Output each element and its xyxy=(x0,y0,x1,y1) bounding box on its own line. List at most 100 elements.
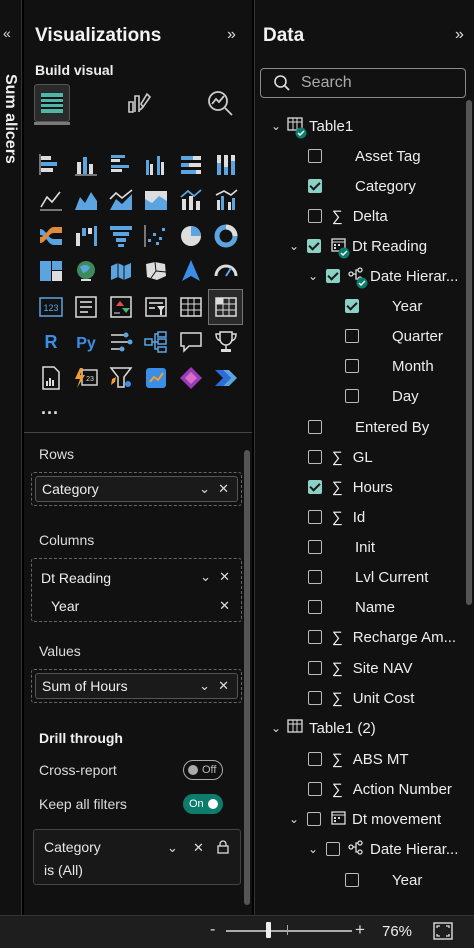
stacked-area-chart-icon[interactable] xyxy=(103,183,138,219)
chevron-double-left-icon[interactable]: « xyxy=(3,25,11,41)
search-input[interactable] xyxy=(301,73,451,93)
clustered-bar-chart-icon[interactable] xyxy=(103,147,138,183)
keep-filters-toggle[interactable]: On xyxy=(183,794,223,814)
key-influencers-icon[interactable] xyxy=(103,325,138,361)
field-row[interactable]: Quarter xyxy=(345,321,443,351)
hierarchy-row[interactable]: ⌄ Date Hierar... xyxy=(308,834,458,864)
cross-report-toggle[interactable]: Off xyxy=(183,760,223,780)
collapsed-pane-strip[interactable]: « Sum alicers xyxy=(0,0,22,915)
kpi-icon[interactable] xyxy=(103,289,138,325)
chevron-down-icon[interactable]: ⌄ xyxy=(289,812,303,826)
values-field-pill[interactable]: Sum of Hours ⌄ ✕ xyxy=(35,673,238,699)
gauge-icon[interactable] xyxy=(208,254,243,290)
ribbon-chart-icon[interactable] xyxy=(33,218,68,254)
search-box[interactable] xyxy=(260,68,466,98)
field-checkbox[interactable] xyxy=(308,540,322,554)
field-row[interactable]: ∑ Action Number xyxy=(308,774,452,804)
field-row[interactable]: ∑ Id xyxy=(308,502,365,532)
table-row[interactable]: ⌄ Table1 xyxy=(271,111,353,141)
field-checkbox[interactable] xyxy=(308,149,322,163)
rows-field-pill[interactable]: Category ⌄ ✕ xyxy=(35,476,238,502)
chevron-down-icon[interactable]: ⌄ xyxy=(308,842,322,856)
field-checkbox[interactable] xyxy=(308,752,322,766)
map-globe-icon[interactable] xyxy=(68,254,103,290)
viz-pane-scrollbar[interactable] xyxy=(244,450,250,905)
field-checkbox[interactable] xyxy=(345,389,359,403)
columns-well[interactable]: Dt Reading ⌄ ✕ Year ✕ xyxy=(31,558,242,622)
waterfall-chart-icon[interactable] xyxy=(68,218,103,254)
field-row[interactable]: Asset Tag xyxy=(308,141,421,171)
smart-narrative-icon[interactable] xyxy=(103,360,138,396)
scatter-chart-icon[interactable] xyxy=(138,218,173,254)
paginated-report-icon[interactable] xyxy=(33,360,68,396)
build-visual-tab[interactable] xyxy=(34,84,70,122)
chevron-down-icon[interactable]: ⌄ xyxy=(289,239,303,253)
field-checkbox[interactable] xyxy=(345,359,359,373)
remove-field-icon[interactable]: ✕ xyxy=(218,678,229,694)
line-chart-icon[interactable] xyxy=(33,183,68,219)
line-and-clustered-column-icon[interactable] xyxy=(208,183,243,219)
field-row[interactable]: ∑ ABS MT xyxy=(308,744,409,774)
chevron-down-icon[interactable]: ⌄ xyxy=(200,569,211,585)
field-checkbox[interactable] xyxy=(307,812,321,826)
table-row[interactable]: ⌄ Table1 (2) xyxy=(271,713,376,743)
more-visuals-button[interactable]: ... xyxy=(41,398,59,419)
field-checkbox[interactable] xyxy=(326,269,340,283)
collapse-pane-icon[interactable]: » xyxy=(227,26,236,44)
chevron-down-icon[interactable]: ⌄ xyxy=(199,481,210,497)
field-checkbox[interactable] xyxy=(308,510,322,524)
field-row[interactable]: Category xyxy=(308,171,416,201)
field-row[interactable]: ∑ Unit Cost xyxy=(308,683,414,713)
zoom-in-button[interactable]: + xyxy=(355,920,365,940)
funnel-chart-icon[interactable] xyxy=(103,218,138,254)
field-checkbox[interactable] xyxy=(308,691,322,705)
analytics-tab[interactable] xyxy=(202,84,238,122)
power-automate-flow-icon[interactable] xyxy=(208,360,243,396)
field-checkbox[interactable] xyxy=(308,420,322,434)
power-apps-icon[interactable] xyxy=(173,360,208,396)
data-pane-scrollbar[interactable] xyxy=(466,100,472,605)
field-row[interactable]: ⌄ Dt Reading xyxy=(289,231,427,261)
field-row[interactable]: Entered By xyxy=(308,412,429,442)
field-checkbox[interactable] xyxy=(308,480,322,494)
stacked-bar-chart-icon[interactable] xyxy=(33,147,68,183)
remove-subfield-icon[interactable]: ✕ xyxy=(219,598,230,614)
matrix-visual-icon[interactable] xyxy=(208,289,243,325)
drill-filter-card[interactable]: Category is (All) ⌄ ✕ xyxy=(33,829,241,885)
slicer-icon[interactable] xyxy=(138,289,173,325)
field-row[interactable]: ∑ GL xyxy=(308,442,373,472)
values-well[interactable]: Sum of Hours ⌄ ✕ xyxy=(31,669,242,703)
field-checkbox[interactable] xyxy=(308,450,322,464)
field-row[interactable]: ∑ Recharge Am... xyxy=(308,622,456,652)
field-checkbox[interactable] xyxy=(308,570,322,584)
field-checkbox[interactable] xyxy=(308,209,322,223)
field-row[interactable]: Init xyxy=(308,532,375,562)
collapse-pane-icon[interactable]: » xyxy=(455,26,464,44)
remove-field-icon[interactable]: ✕ xyxy=(219,569,230,585)
power-automate-icon[interactable]: 23 xyxy=(68,360,103,396)
multi-row-card-icon[interactable] xyxy=(68,289,103,325)
treemap-icon[interactable] xyxy=(33,254,68,290)
donut-chart-icon[interactable] xyxy=(208,218,243,254)
line-and-stacked-column-icon[interactable] xyxy=(173,183,208,219)
rows-well[interactable]: Category ⌄ ✕ xyxy=(31,472,242,506)
columns-subfield[interactable]: Year ✕ xyxy=(35,594,238,618)
zoom-out-button[interactable]: - xyxy=(210,921,215,939)
field-row[interactable]: ⌄ Dt movement xyxy=(289,804,441,834)
chevron-down-icon[interactable]: ⌄ xyxy=(271,119,285,133)
field-row[interactable]: Day xyxy=(345,381,419,411)
chevron-down-icon[interactable]: ⌄ xyxy=(308,269,322,283)
hierarchy-row[interactable]: ⌄ Date Hierar... xyxy=(308,261,458,291)
lock-icon[interactable] xyxy=(217,840,229,857)
field-row[interactable]: Month xyxy=(345,351,434,381)
field-checkbox[interactable] xyxy=(308,600,322,614)
chevron-down-icon[interactable]: ⌄ xyxy=(199,678,210,694)
chevron-down-icon[interactable]: ⌄ xyxy=(167,840,178,856)
decomposition-tree-icon[interactable] xyxy=(138,325,173,361)
100-stacked-area-icon[interactable] xyxy=(138,183,173,219)
field-checkbox[interactable] xyxy=(345,873,359,887)
clustered-column-chart-icon[interactable] xyxy=(138,147,173,183)
field-row[interactable]: Lvl Current xyxy=(308,562,428,592)
field-checkbox[interactable] xyxy=(308,661,322,675)
azure-map-icon[interactable] xyxy=(173,254,208,290)
